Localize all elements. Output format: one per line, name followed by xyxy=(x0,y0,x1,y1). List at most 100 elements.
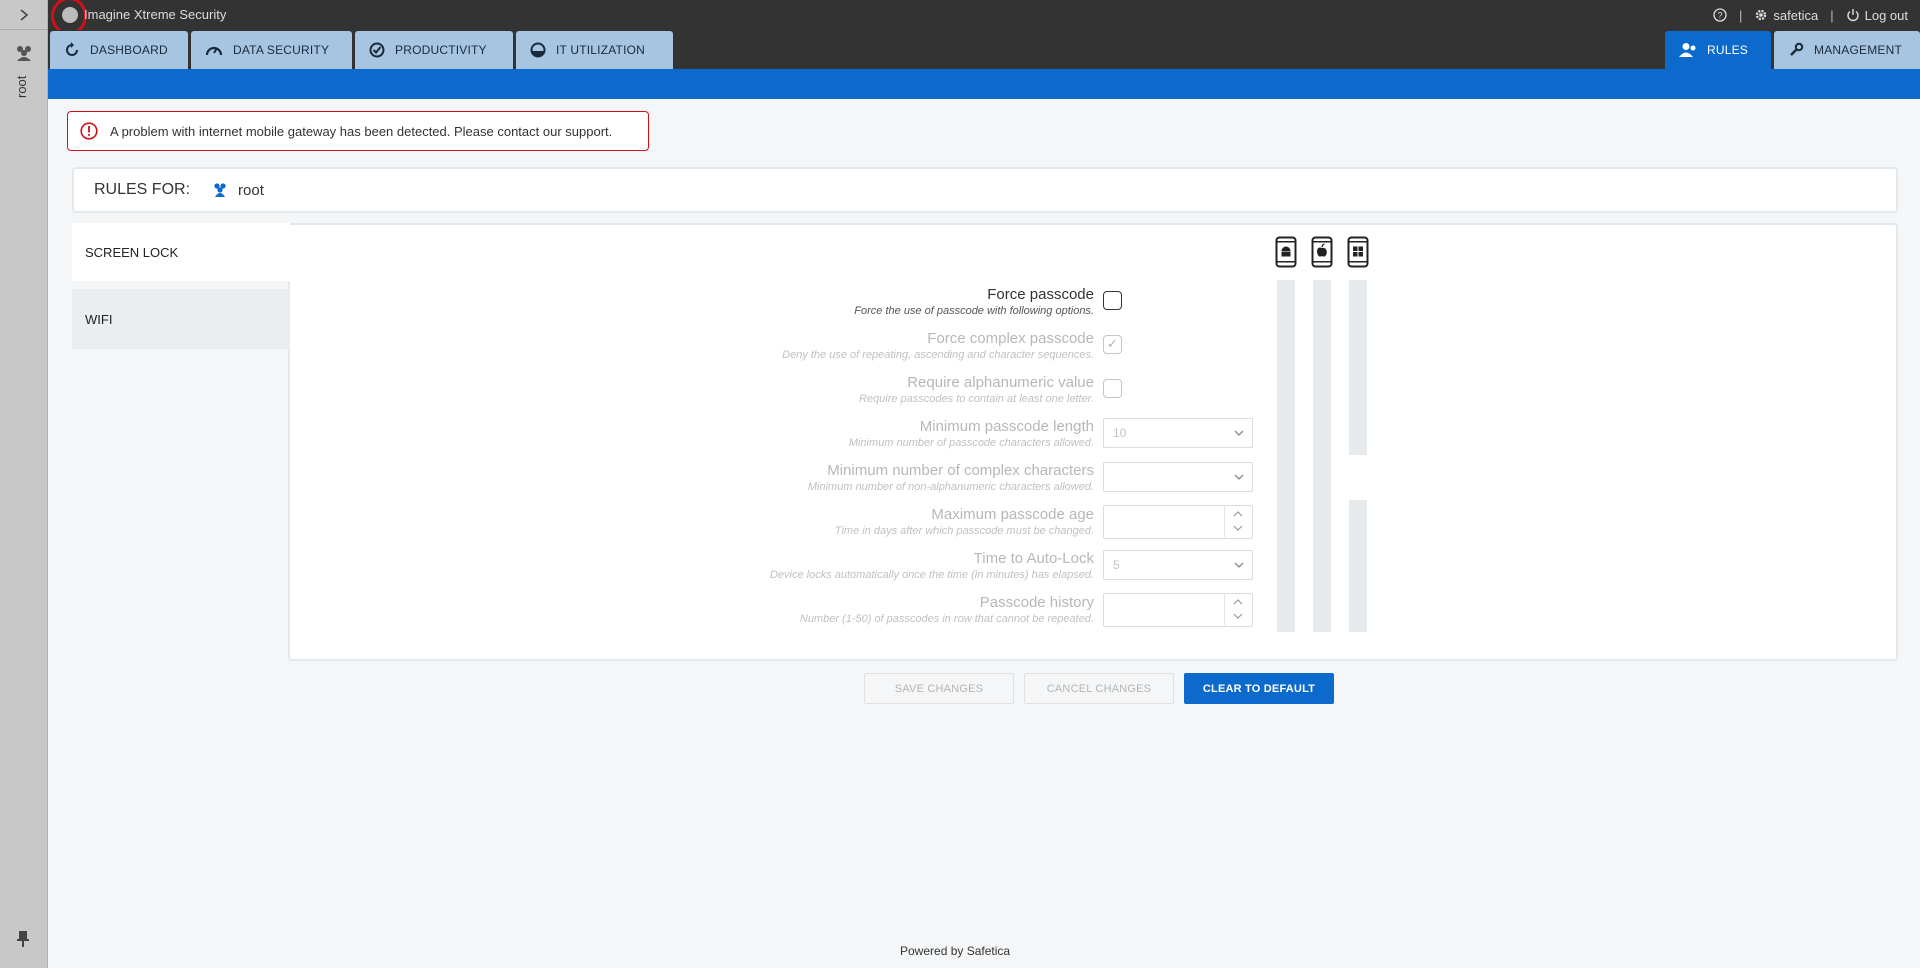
require-alphanumeric-checkbox[interactable] xyxy=(1103,379,1122,398)
rules-for-value: root xyxy=(238,181,264,199)
separator: | xyxy=(1830,7,1834,23)
user-group-icon[interactable] xyxy=(14,44,34,62)
pin-icon[interactable] xyxy=(15,930,31,948)
clear-to-default-button[interactable]: CLEAR TO DEFAULT xyxy=(1184,673,1334,704)
chevron-up-icon[interactable] xyxy=(1233,510,1243,518)
error-alert: A problem with internet mobile gateway h… xyxy=(67,111,649,151)
error-icon xyxy=(80,122,98,140)
setting-row: Time to Auto-Lock Device locks automatic… xyxy=(0,550,1094,586)
min-passcode-length-select[interactable]: 10 xyxy=(1103,418,1253,448)
half-circle-icon xyxy=(530,42,546,58)
setting-row: Force complex passcode Deny the use of r… xyxy=(0,330,1094,366)
tab-label: DASHBOARD xyxy=(90,43,168,57)
setting-label: Force complex passcode xyxy=(927,330,1094,347)
spinner-buttons xyxy=(1224,594,1252,625)
side-tab-label: SCREEN LOCK xyxy=(85,244,179,260)
tab-label: RULES xyxy=(1707,43,1749,57)
windows-support-column xyxy=(1349,500,1367,632)
user-settings-icon xyxy=(1679,43,1696,57)
chevron-right-icon xyxy=(20,8,29,21)
max-passcode-age-spinner[interactable] xyxy=(1103,505,1253,539)
setting-label: Time to Auto-Lock xyxy=(973,550,1094,567)
tab-rules[interactable]: RULES xyxy=(1665,31,1771,69)
svg-text:?: ? xyxy=(1718,11,1723,21)
user-name: safetica xyxy=(1773,7,1819,23)
gear-icon xyxy=(1756,9,1767,21)
top-right-menu: ? | safetica | Log out xyxy=(1713,0,1908,30)
setting-description: Number (1-50) of passcodes in row that c… xyxy=(799,613,1094,625)
tab-label: PRODUCTIVITY xyxy=(395,43,487,57)
chevron-down-icon xyxy=(1234,430,1244,436)
android-phone-icon[interactable] xyxy=(1275,236,1297,268)
header-strip xyxy=(48,69,1920,99)
sidebar-expand-button[interactable] xyxy=(0,0,48,30)
gauge-icon xyxy=(205,46,223,56)
setting-description: Device locks automatically once the time… xyxy=(769,569,1094,581)
tab-it-utilization[interactable]: IT UTILIZATION xyxy=(516,31,673,69)
setting-description: Time in days after which passcode must b… xyxy=(834,525,1094,537)
tab-management[interactable]: MANAGEMENT xyxy=(1774,31,1920,69)
tab-data-security[interactable]: DATA SECURITY xyxy=(191,31,352,69)
setting-label: Passcode history xyxy=(979,594,1094,611)
chevron-down-icon[interactable] xyxy=(1233,524,1243,532)
tab-productivity[interactable]: PRODUCTIVITY xyxy=(355,31,513,69)
spinner-buttons xyxy=(1224,506,1252,537)
tab-label: DATA SECURITY xyxy=(233,43,330,57)
cancel-changes-button[interactable]: CANCEL CHANGES xyxy=(1024,673,1174,704)
refresh-icon xyxy=(66,42,78,56)
windows-phone-icon[interactable] xyxy=(1347,236,1369,268)
force-complex-passcode-checkbox[interactable]: ✓ xyxy=(1103,335,1122,354)
force-passcode-checkbox[interactable] xyxy=(1103,291,1122,310)
tab-label: IT UTILIZATION xyxy=(556,43,646,57)
panel-top xyxy=(72,223,1898,281)
help-icon: ? xyxy=(1713,8,1727,22)
rules-for-label: RULES FOR: xyxy=(94,181,191,198)
setting-row: Force passcode Force the use of passcode… xyxy=(0,286,1094,322)
user-group-icon xyxy=(214,183,226,197)
chevron-up-icon[interactable] xyxy=(1233,598,1243,606)
side-tab-screen-lock[interactable]: SCREEN LOCK xyxy=(72,223,290,281)
apple-support-column xyxy=(1313,280,1331,632)
save-changes-button[interactable]: SAVE CHANGES xyxy=(864,673,1014,704)
windows-support-column xyxy=(1349,280,1367,455)
spinner-input[interactable] xyxy=(1104,594,1224,625)
apple-phone-icon[interactable] xyxy=(1311,236,1333,268)
rules-for-header: RULES FOR: root xyxy=(72,167,1898,213)
chevron-down-icon xyxy=(1234,562,1244,568)
select-value: 10 xyxy=(1113,426,1127,440)
help-button[interactable]: ? xyxy=(1713,8,1727,22)
main-tabs: DASHBOARD DATA SECURITY PRODUCTIVITY IT … xyxy=(48,30,1920,69)
separator: | xyxy=(1739,7,1743,23)
setting-row: Require alphanumeric value Require passc… xyxy=(0,374,1094,410)
footer-text: Powered by Safetica xyxy=(900,944,1011,958)
setting-description: Deny the use of repeating, ascending and… xyxy=(782,349,1094,361)
setting-label: Minimum passcode length xyxy=(919,418,1094,435)
power-icon xyxy=(1846,9,1859,22)
setting-description: Minimum number of passcode characters al… xyxy=(848,437,1094,449)
tab-dashboard[interactable]: DASHBOARD xyxy=(50,31,188,69)
setting-description: Force the use of passcode with following… xyxy=(854,305,1094,317)
user-settings-link[interactable]: safetica xyxy=(1754,8,1818,23)
auto-lock-select[interactable]: 5 xyxy=(1103,550,1253,580)
setting-label: Require alphanumeric value xyxy=(907,374,1094,391)
wrench-icon xyxy=(1790,42,1804,56)
logout-button[interactable]: Log out xyxy=(1846,8,1908,23)
chevron-down-icon xyxy=(1234,474,1244,480)
setting-label: Maximum passcode age xyxy=(931,506,1094,523)
alert-message: A problem with internet mobile gateway h… xyxy=(110,123,613,139)
tab-label: MANAGEMENT xyxy=(1814,43,1903,57)
setting-description: Minimum number of non-alphanumeric chara… xyxy=(807,481,1094,493)
setting-label: Force passcode xyxy=(987,286,1094,303)
setting-row: Maximum passcode age Time in days after … xyxy=(0,506,1094,542)
spinner-input[interactable] xyxy=(1104,506,1224,537)
min-complex-chars-select[interactable] xyxy=(1103,462,1253,492)
chevron-down-icon[interactable] xyxy=(1233,612,1243,620)
select-value: 5 xyxy=(1113,558,1120,572)
setting-row: Passcode history Number (1-50) of passco… xyxy=(0,594,1094,630)
setting-row: Minimum passcode length Minimum number o… xyxy=(0,418,1094,454)
passcode-history-spinner[interactable] xyxy=(1103,593,1253,627)
top-bar: Imagine Xtreme Security ? | safetica | L… xyxy=(48,0,1920,35)
checkmark-icon: ✓ xyxy=(1107,336,1118,351)
android-support-column xyxy=(1277,280,1295,632)
logout-label: Log out xyxy=(1864,7,1908,23)
